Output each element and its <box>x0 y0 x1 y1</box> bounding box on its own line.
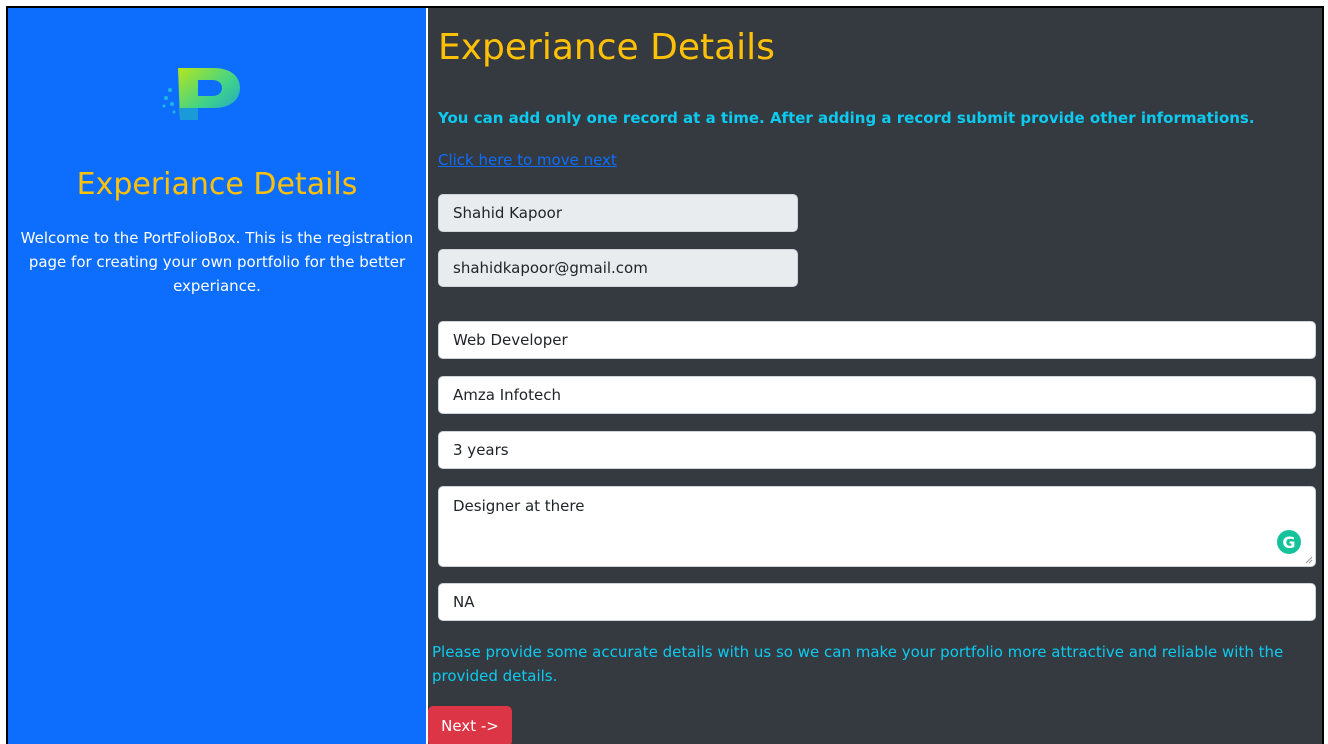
portfoliobox-logo-icon <box>162 68 240 120</box>
company-field[interactable]: Amza Infotech <box>438 376 1316 414</box>
resize-handle-icon[interactable] <box>1305 556 1313 564</box>
page-frame: Experiance Details Welcome to the PortFo… <box>6 6 1324 744</box>
next-button[interactable]: Next -> <box>428 706 512 744</box>
duration-field[interactable]: 3 years <box>438 431 1316 469</box>
footer-note: Please provide some accurate details wit… <box>432 643 1284 685</box>
description-textarea[interactable]: Designer at there G <box>438 486 1316 567</box>
main-panel: Experiance Details You can add only one … <box>428 8 1322 744</box>
page-title: Experiance Details <box>438 27 775 68</box>
description-text: Designer at there <box>453 497 585 515</box>
grammarly-icon[interactable]: G <box>1277 530 1301 554</box>
sidebar: Experiance Details Welcome to the PortFo… <box>8 8 426 744</box>
sidebar-description: Welcome to the PortFolioBox. This is the… <box>20 229 414 295</box>
email-field[interactable]: shahidkapoor@gmail.com <box>438 249 798 287</box>
sidebar-title: Experiance Details <box>76 167 358 202</box>
move-next-link[interactable]: Click here to move next <box>438 150 617 170</box>
name-field[interactable]: Shahid Kapoor <box>438 194 798 232</box>
other-field[interactable]: NA <box>438 583 1316 621</box>
notice-text: You can add only one record at a time. A… <box>438 109 1255 127</box>
role-field[interactable]: Web Developer <box>438 321 1316 359</box>
